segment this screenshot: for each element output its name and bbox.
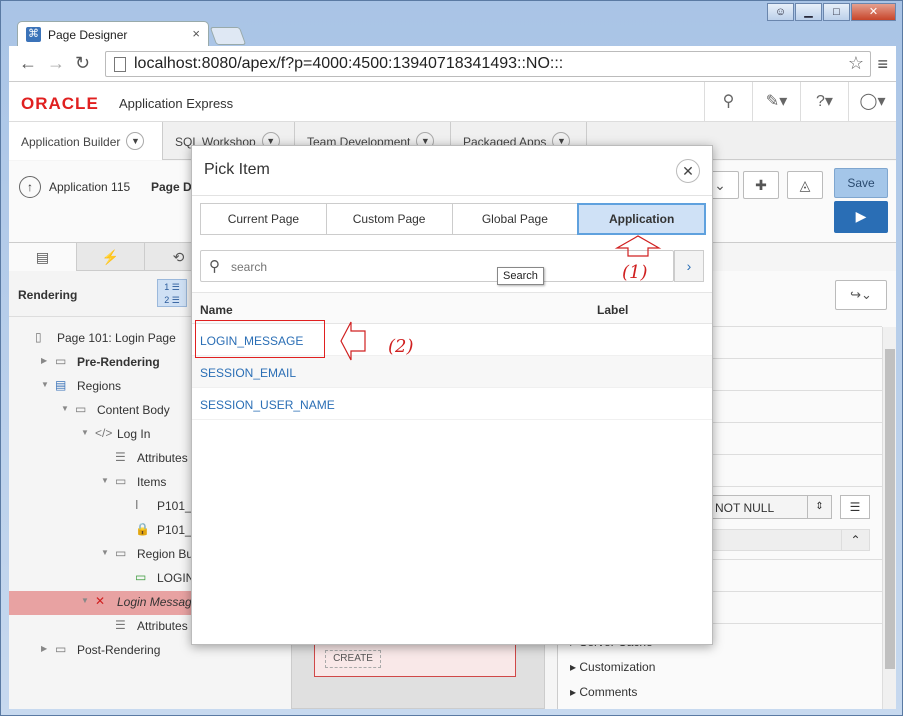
annotation-step-2: (2) — [388, 336, 414, 357]
annotation-arrow-left — [340, 321, 366, 361]
annotation-arrows — [340, 235, 662, 361]
annotation-arrow-up — [614, 235, 662, 257]
annotation-step-1: (1) — [622, 262, 648, 283]
